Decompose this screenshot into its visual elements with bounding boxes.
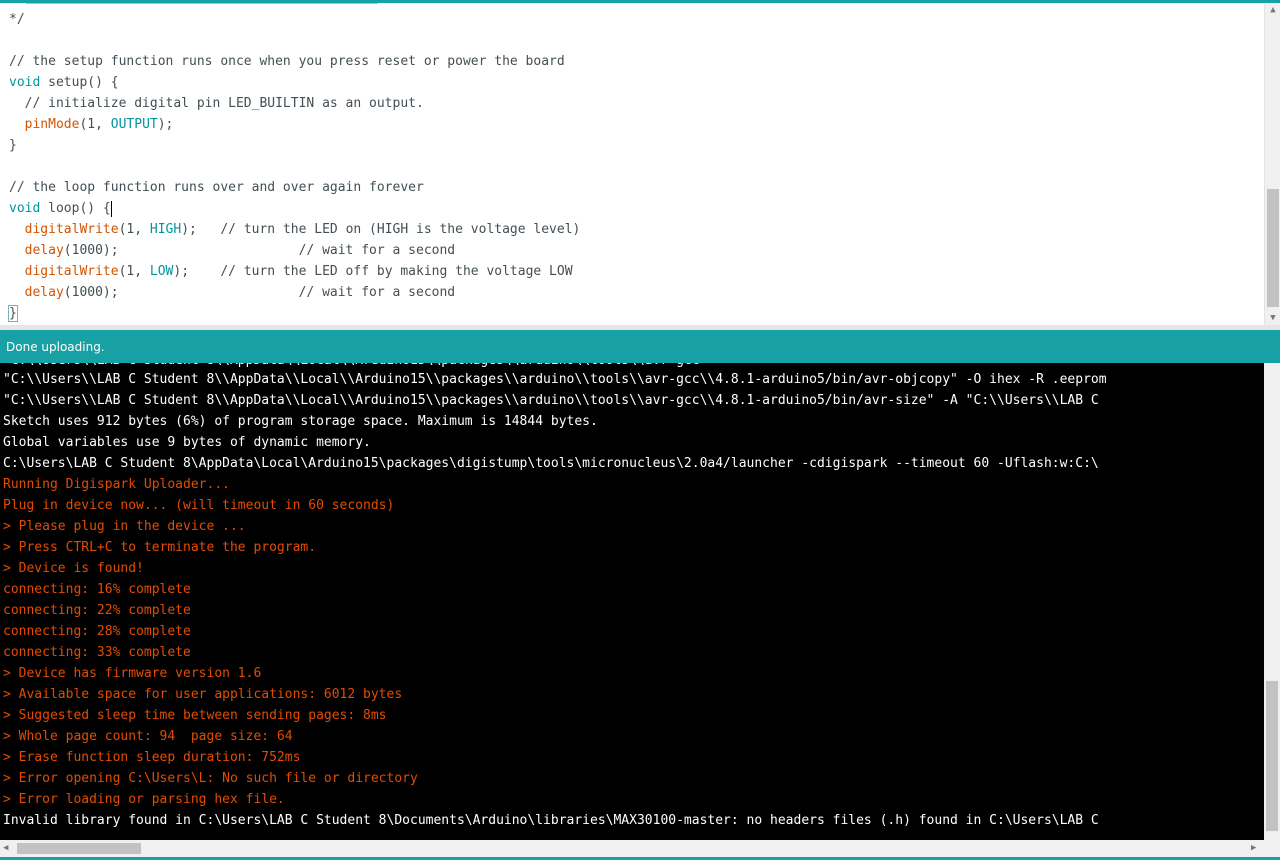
code-line-13: digitalWrite(1, LOW); // turn the LED of… (24, 264, 573, 279)
console-vertical-scrollbar[interactable] (1264, 363, 1280, 840)
code-line-4: void setup() { (9, 75, 119, 90)
console-line: "C:\\Users\\LAB C Student 8\\AppData\\Lo… (3, 393, 1099, 408)
code-line-10: void loop() { (9, 200, 112, 217)
console-line: Sketch uses 912 bytes (6%) of program st… (3, 414, 598, 429)
console-line: > Suggested sleep time between sending p… (3, 708, 387, 723)
console-line: > Device is found! (3, 561, 144, 576)
code-line-9: // the loop function runs over and over … (9, 180, 424, 195)
text-cursor (110, 200, 112, 217)
console-horizontal-scrollbar[interactable]: ◀ ▶ (0, 840, 1264, 857)
code-line-7: } (9, 138, 17, 153)
console-line: connecting: 33% complete (3, 645, 191, 660)
scrollbar-corner (1264, 840, 1280, 857)
code-line-5: // initialize digital pin LED_BUILTIN as… (9, 96, 424, 111)
console-line: Running Digispark Uploader... (3, 477, 230, 492)
console-line: > Whole page count: 94 page size: 64 (3, 729, 293, 744)
editor-scroll-thumb[interactable] (1267, 189, 1279, 307)
editor-vertical-scrollbar[interactable]: ▲ ▼ (1264, 3, 1280, 325)
console-line: > Device has firmware version 1.6 (3, 666, 262, 681)
console-line: C:\Users\LAB C Student 8\AppData\Local\A… (3, 456, 1099, 471)
console-line: connecting: 16% complete (3, 582, 191, 597)
console-line: > Error opening C:\Users\L: No such file… (3, 771, 418, 786)
console-scroll-thumb[interactable] (1266, 681, 1278, 831)
code-editor[interactable]: */ // the setup function runs once when … (0, 3, 1280, 325)
matching-bracket: } (8, 305, 18, 322)
console-line: "C:\\Users\\LAB C Student 8\\AppData\\Lo… (3, 372, 1107, 387)
code-line-3: // the setup function runs once when you… (9, 54, 565, 69)
code-line-15: } (8, 303, 18, 324)
code-line-1: */ (9, 12, 25, 27)
console-line: > Press CTRL+C to terminate the program. (3, 540, 317, 555)
code-line-11: digitalWrite(1, HIGH); // turn the LED o… (24, 222, 581, 237)
console-hscroll-thumb[interactable] (17, 843, 141, 854)
console-line: > Please plug in the device ... (3, 519, 246, 534)
console-line: > Error loading or parsing hex file. (3, 792, 285, 807)
scroll-up-arrow-icon[interactable]: ▲ (1268, 5, 1278, 15)
code-line-12: delay(1000); // wait for a second (24, 243, 456, 258)
status-bar: Done uploading. (0, 330, 1280, 363)
scroll-right-arrow-icon[interactable]: ▶ (1251, 843, 1261, 853)
code-line-14: delay(1000); // wait for a second (24, 285, 456, 300)
console-line: connecting: 22% complete (3, 603, 191, 618)
code-line-6: pinMode(1, OUTPUT); (24, 117, 174, 132)
console-line: Invalid library found in C:\Users\LAB C … (3, 813, 1099, 828)
console-line: > Available space for user applications:… (3, 687, 403, 702)
scroll-down-arrow-icon[interactable]: ▼ (1268, 313, 1278, 323)
console-line: > Erase function sleep duration: 752ms (3, 750, 301, 765)
console-line: connecting: 28% complete (3, 624, 191, 639)
status-message: Done uploading. (6, 340, 105, 354)
console-output[interactable]: "C:\\Users\\LAB C Student 8\\AppData\\Lo… (0, 363, 1264, 840)
console-line: Plug in device now... (will timeout in 6… (3, 498, 395, 513)
scroll-left-arrow-icon[interactable]: ◀ (3, 843, 13, 853)
console-line: Global variables use 9 bytes of dynamic … (3, 435, 371, 450)
comment-rule (26, 3, 378, 4)
